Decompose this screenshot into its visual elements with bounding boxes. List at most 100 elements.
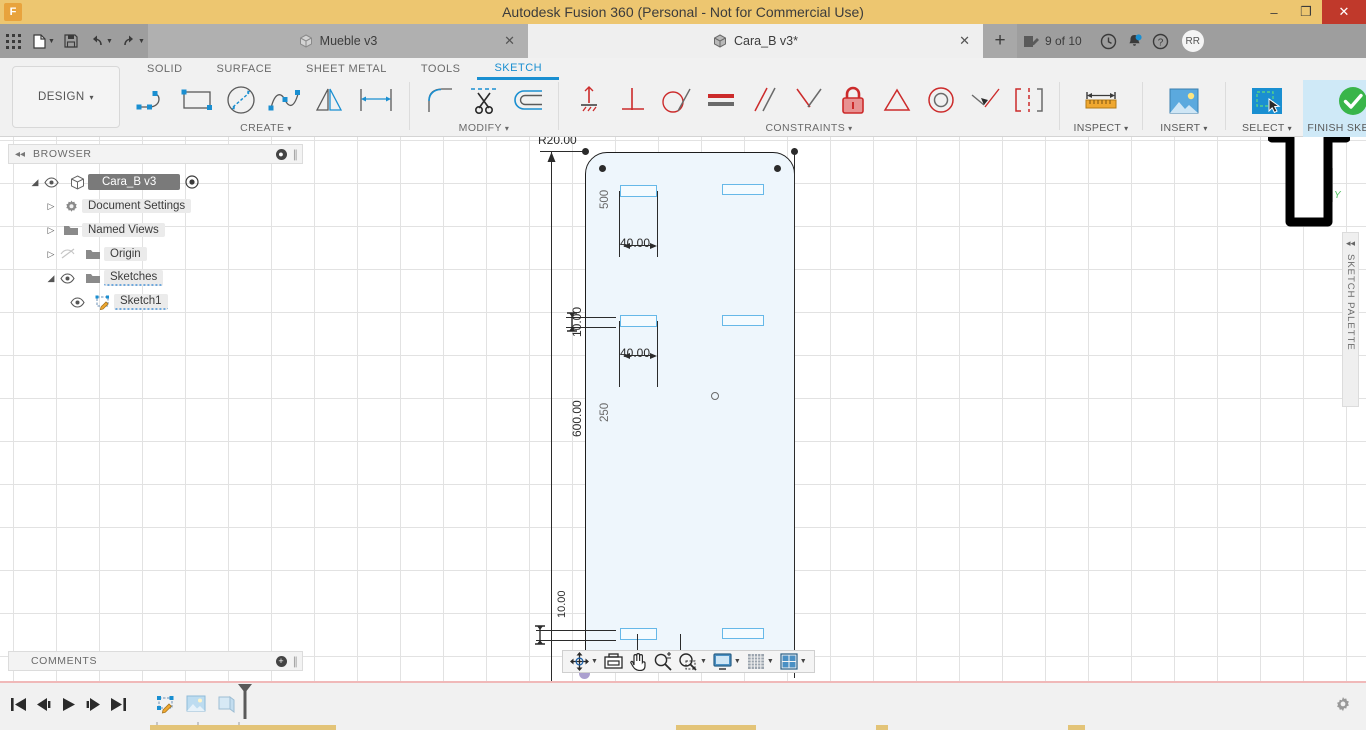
close-window-button[interactable]: ✕	[1322, 0, 1366, 24]
canvas-feature[interactable]	[181, 695, 211, 713]
chevron-down-icon[interactable]: ▼	[800, 658, 807, 665]
tree-item-cara-b[interactable]: ◢ Cara_B v3	[8, 170, 303, 194]
dim-offset-distance[interactable]: 10.00	[570, 307, 584, 337]
workspace-selector[interactable]: DESIGN ▾	[12, 66, 120, 128]
visibility-eye-icon[interactable]	[70, 296, 92, 308]
trim-tool[interactable]	[462, 80, 506, 120]
visibility-eye-icon[interactable]	[60, 272, 82, 284]
collapse-icon[interactable]: ◂◂	[1346, 238, 1355, 249]
help-icon[interactable]: ?	[1148, 24, 1174, 58]
tab-sketch[interactable]: SKETCH	[477, 58, 560, 80]
slot-bottom-left[interactable]	[620, 628, 657, 640]
chevron-down-icon[interactable]: ▼	[767, 658, 774, 665]
select-button[interactable]: SELECT ▾	[1231, 80, 1303, 137]
panel-grip-icon[interactable]: ∥	[293, 655, 299, 668]
close-tab-icon[interactable]: ✕	[504, 33, 515, 49]
fillet-tool[interactable]	[418, 80, 462, 120]
restore-button[interactable]: ❐	[1290, 0, 1322, 24]
chevron-down-icon[interactable]: ▼	[700, 658, 707, 665]
sketch-dimension-tool[interactable]	[351, 80, 401, 120]
collapse-icon[interactable]: ◂◂	[15, 149, 25, 160]
collinear-constraint[interactable]	[963, 80, 1007, 120]
zoom-window-icon[interactable]: ▼	[675, 651, 710, 672]
expand-arrow-icon[interactable]: ▷	[42, 225, 60, 236]
notifications-bell-icon[interactable]	[1122, 24, 1148, 58]
sketch-point[interactable]	[599, 165, 606, 172]
visibility-eye-icon[interactable]	[44, 176, 66, 188]
sketch-circle[interactable]	[711, 392, 719, 400]
tree-item-document-settings[interactable]: ▷ Document Settings	[8, 194, 303, 218]
tab-surface[interactable]: SURFACE	[200, 58, 289, 80]
orbit-icon[interactable]: ▼	[567, 651, 601, 672]
fix-unfix-constraint[interactable]	[831, 80, 875, 120]
tree-item-origin[interactable]: ▷ Origin	[8, 242, 303, 266]
document-tab-cara-b[interactable]: Cara_B v3* ✕	[528, 24, 983, 58]
sketch-palette-rail[interactable]: ◂◂ SKETCH PALETTE	[1342, 232, 1359, 407]
chevron-down-icon[interactable]: ▼	[591, 658, 598, 665]
slot-top-right[interactable]	[722, 184, 764, 195]
document-tab-mueble[interactable]: Mueble v3 ✕	[148, 24, 528, 58]
chevron-down-icon[interactable]: ▼	[734, 658, 741, 665]
mirror-tool[interactable]	[307, 80, 351, 120]
app-grid-icon[interactable]	[0, 24, 26, 58]
driven-dim-500[interactable]: 500	[599, 190, 611, 209]
sketch-point[interactable]	[774, 165, 781, 172]
sketch-point[interactable]	[582, 148, 589, 155]
panel-grip-icon[interactable]: ∥	[293, 148, 299, 161]
save-icon[interactable]	[58, 24, 84, 58]
dim-fillet-radius[interactable]: R20.00	[538, 137, 577, 147]
zoom-icon[interactable]	[650, 651, 675, 672]
redo-caret-icon[interactable]: ▼	[138, 24, 148, 58]
spline-tool[interactable]	[263, 80, 307, 120]
parallel-constraint[interactable]	[743, 80, 787, 120]
tab-solid[interactable]: SOLID	[130, 58, 200, 80]
slot-top-left[interactable]	[620, 185, 657, 197]
step-back-button[interactable]	[31, 683, 56, 725]
browser-options-icon[interactable]: ●	[275, 148, 287, 160]
driven-dim-250[interactable]: 250	[599, 403, 611, 422]
slot-bottom-right[interactable]	[722, 628, 764, 639]
insert-button[interactable]: INSERT ▾	[1148, 80, 1220, 137]
display-settings-icon[interactable]: ▼	[710, 651, 744, 672]
dim-slot-width-top[interactable]: 40.00	[620, 236, 650, 250]
lessons-indicator[interactable]: 9 of 10	[1023, 34, 1082, 49]
dim-bottom[interactable]: 10.00	[556, 590, 568, 618]
inspect-button[interactable]: INSPECT ▾	[1065, 80, 1137, 137]
jump-to-end-button[interactable]	[106, 683, 131, 725]
step-forward-button[interactable]	[81, 683, 106, 725]
new-file-caret-icon[interactable]: ▼	[48, 24, 58, 58]
user-avatar[interactable]: RR	[1181, 30, 1204, 52]
horizontal-vertical-constraint[interactable]	[567, 80, 611, 120]
concentric-constraint[interactable]	[919, 80, 963, 120]
minimize-button[interactable]: –	[1258, 0, 1290, 24]
slot-mid-right[interactable]	[722, 315, 764, 326]
equal-constraint[interactable]	[699, 80, 743, 120]
add-comment-icon[interactable]: +	[275, 655, 287, 667]
viewports-icon[interactable]: ▼	[777, 651, 810, 672]
expand-arrow-icon[interactable]: ▷	[42, 249, 60, 260]
sketch1-feature[interactable]	[151, 695, 181, 714]
expand-arrow-icon[interactable]: ◢	[42, 273, 60, 284]
sketch-profile-region[interactable]	[585, 152, 795, 672]
expand-arrow-icon[interactable]: ◢	[26, 177, 44, 188]
rectangle-tool[interactable]	[175, 80, 219, 120]
timeline-settings-gear-icon[interactable]	[1334, 695, 1352, 713]
activate-component-icon[interactable]	[185, 175, 199, 189]
line-tool[interactable]	[131, 80, 175, 120]
tab-sheet-metal[interactable]: SHEET METAL	[289, 58, 404, 80]
midpoint-constraint[interactable]	[875, 80, 919, 120]
dim-slot-width-mid[interactable]: 40.00	[620, 346, 650, 360]
offset-tool[interactable]	[506, 80, 550, 120]
finish-sketch-button[interactable]: FINISH SKETCH▾	[1303, 80, 1366, 137]
timeline-marker[interactable]	[237, 683, 253, 721]
perpendicular-constraint[interactable]	[611, 80, 655, 120]
pan-hand-icon[interactable]	[626, 651, 650, 672]
tab-tools[interactable]: TOOLS	[404, 58, 478, 80]
pan-view-icon[interactable]	[601, 651, 626, 672]
tree-item-sketch1[interactable]: Sketch1	[8, 290, 303, 314]
coincident-constraint[interactable]	[787, 80, 831, 120]
tangent-constraint[interactable]	[655, 80, 699, 120]
tree-item-named-views[interactable]: ▷ Named Views	[8, 218, 303, 242]
undo-caret-icon[interactable]: ▼	[106, 24, 116, 58]
symmetry-constraint[interactable]	[1007, 80, 1051, 120]
